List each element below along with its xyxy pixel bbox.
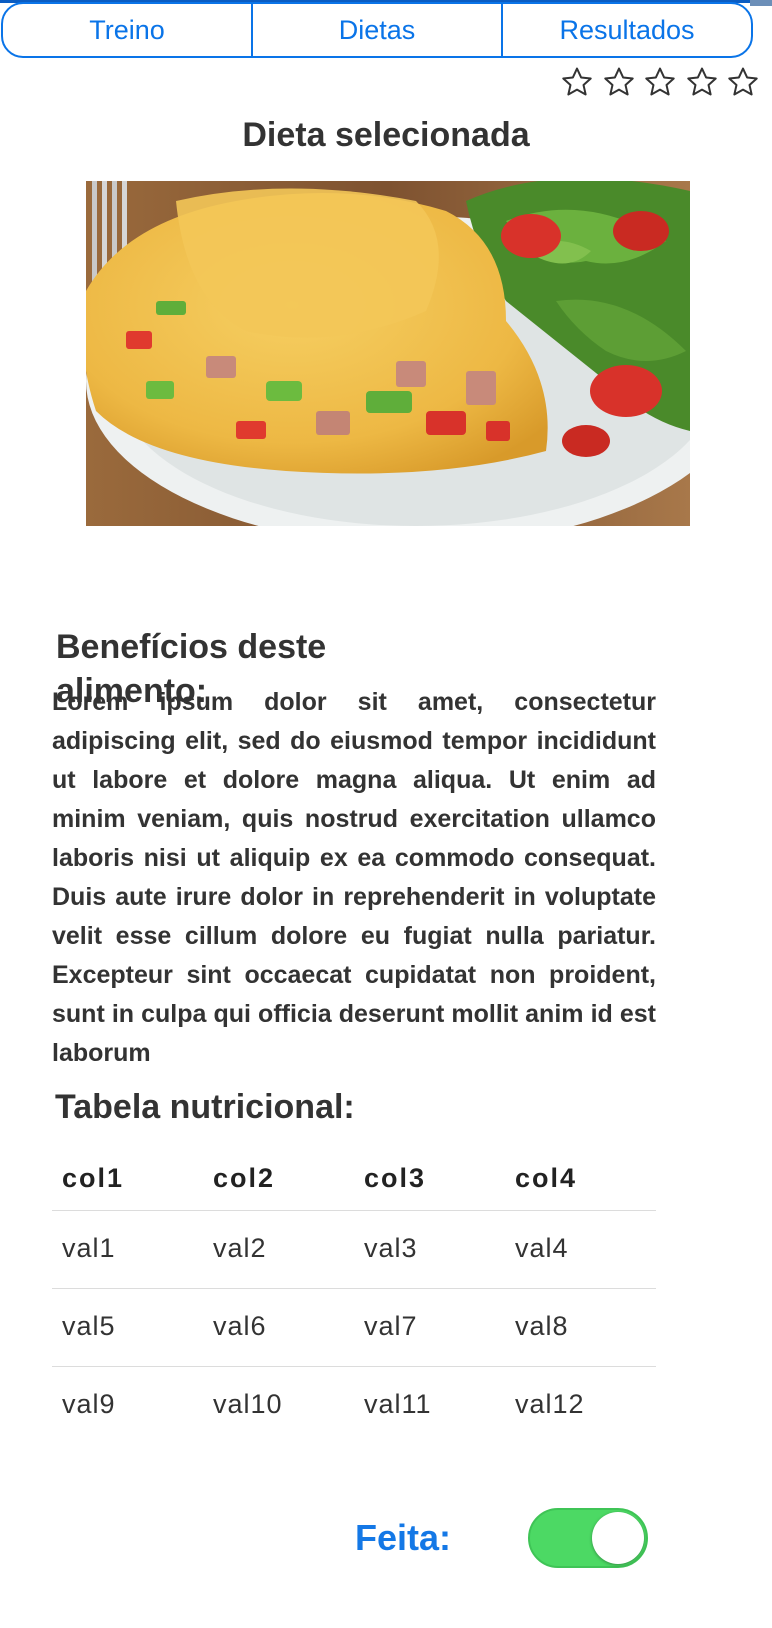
benefits-text: Lorem ipsum dolor sit amet, consectetur … bbox=[52, 688, 656, 1067]
table-header-cell: col3 bbox=[354, 1148, 505, 1211]
table-header-cell: col4 bbox=[505, 1148, 656, 1211]
tab-resultados[interactable]: Resultados bbox=[501, 4, 751, 56]
table-row: val1 val2 val3 val4 bbox=[52, 1210, 656, 1289]
table-cell: val3 bbox=[354, 1210, 505, 1289]
table-cell: val5 bbox=[52, 1288, 203, 1367]
table-cell: val2 bbox=[203, 1210, 354, 1289]
segmented-control: Treino Dietas Resultados bbox=[1, 2, 753, 58]
top-border-accent bbox=[750, 0, 772, 6]
table-cell: val12 bbox=[515, 1389, 585, 1419]
star-icon[interactable] bbox=[602, 65, 636, 99]
star-icon[interactable] bbox=[560, 65, 594, 99]
table-row: val9 val10 val11 val12 bbox=[52, 1367, 656, 1445]
table-header-cell: col1 bbox=[52, 1148, 203, 1211]
done-label: Feita: bbox=[355, 1517, 452, 1558]
table-cell: val11 bbox=[364, 1389, 432, 1419]
table-cell: val9 bbox=[62, 1389, 116, 1419]
table-cell: val10 bbox=[213, 1389, 283, 1419]
table-cell: val7 bbox=[354, 1288, 505, 1367]
page-title: Dieta selecionada bbox=[242, 116, 530, 154]
rating-stars bbox=[560, 65, 760, 105]
omelette-image bbox=[86, 181, 690, 526]
done-toggle[interactable] bbox=[528, 1508, 648, 1568]
toggle-knob[interactable] bbox=[592, 1512, 644, 1564]
nutrition-table: col1 col2 col3 col4 val1 val2 val3 val4 … bbox=[52, 1148, 656, 1444]
star-icon[interactable] bbox=[643, 65, 677, 99]
table-cell: val4 bbox=[505, 1210, 656, 1289]
table-cell: val8 bbox=[505, 1288, 656, 1367]
tab-dietas[interactable]: Dietas bbox=[251, 4, 501, 56]
tab-treino[interactable]: Treino bbox=[3, 4, 251, 56]
table-row: val5 val6 val7 val8 bbox=[52, 1288, 656, 1367]
table-header-row: col1 col2 col3 col4 bbox=[52, 1148, 656, 1211]
star-icon[interactable] bbox=[726, 65, 760, 99]
table-cell: val1 bbox=[52, 1210, 203, 1289]
star-icon[interactable] bbox=[685, 65, 719, 99]
nutrition-title: Tabela nutricional: bbox=[55, 1088, 355, 1126]
table-header-cell: col2 bbox=[203, 1148, 354, 1211]
table-cell: val6 bbox=[203, 1288, 354, 1367]
